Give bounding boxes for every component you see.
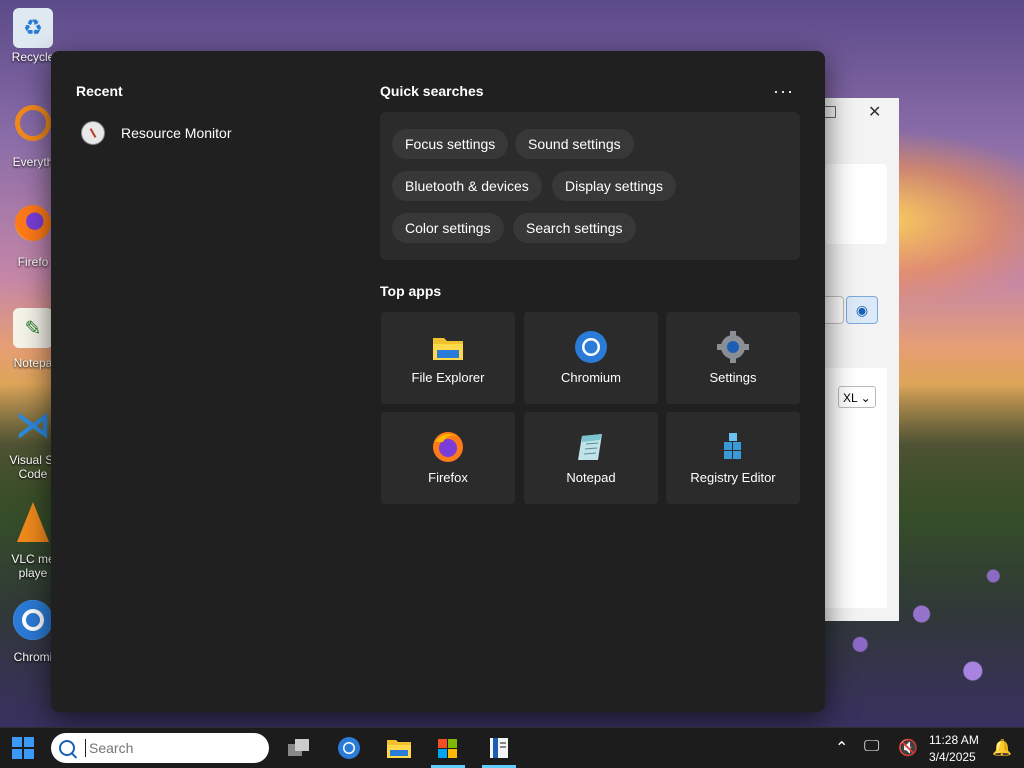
- background-panel: [825, 164, 887, 244]
- everything-icon: [15, 105, 51, 141]
- task-view-button[interactable]: [280, 732, 318, 764]
- taskbar: ⌃ 🖵 🔇 11:28 AM 3/4/2025 🔔: [0, 727, 1024, 768]
- windows-logo-pane: [12, 737, 22, 747]
- quick-search-sound-settings[interactable]: Sound settings: [515, 129, 634, 159]
- app-tile-label: File Explorer: [411, 370, 485, 385]
- app-tile-label: Chromium: [561, 370, 621, 385]
- document-app-icon: [490, 738, 508, 758]
- eye-button[interactable]: ◉: [846, 296, 878, 324]
- vlc-icon: [17, 502, 49, 542]
- resource-monitor-icon: [81, 121, 105, 145]
- volume-muted-icon[interactable]: 🔇: [898, 738, 918, 758]
- maximize-icon[interactable]: [824, 106, 836, 118]
- quick-search-display-settings[interactable]: Display settings: [552, 171, 677, 201]
- windows-flag-icon: [438, 739, 457, 758]
- taskbar-search-box[interactable]: [51, 733, 269, 763]
- quick-search-search-settings[interactable]: Search settings: [513, 213, 636, 243]
- firefox-icon: [431, 430, 465, 464]
- app-tile-firefox[interactable]: Firefox: [381, 412, 515, 504]
- app-tile-label: Settings: [709, 370, 757, 385]
- app-tile-label: Firefox: [428, 470, 468, 485]
- show-hidden-icons-chevron-icon[interactable]: ⌃: [835, 738, 848, 758]
- folder-icon: [387, 740, 411, 758]
- app-tile-label: Registry Editor: [690, 470, 776, 485]
- notification-bell-icon[interactable]: 🔔: [992, 738, 1012, 758]
- search-menu: Recent Resource Monitor Quick searches ·…: [51, 51, 825, 712]
- size-select-value: XL: [843, 391, 858, 405]
- folder-icon: [431, 330, 465, 364]
- task-view-icon: [288, 739, 309, 756]
- quick-searches-title: Quick searches: [380, 83, 484, 99]
- network-icon[interactable]: 🖵: [864, 738, 879, 756]
- app-tile-notepad[interactable]: Notepad: [524, 412, 658, 504]
- taskbar-chromium[interactable]: [330, 732, 368, 764]
- notepadpp-icon: ✎: [13, 308, 53, 348]
- recent-item-label: Resource Monitor: [121, 125, 232, 141]
- registry-icon: [716, 430, 750, 464]
- size-select[interactable]: XL ⌄: [838, 386, 876, 408]
- chromium-icon: [574, 330, 608, 364]
- quick-search-bluetooth-devices[interactable]: Bluetooth & devices: [392, 171, 542, 201]
- app-tile-label: Notepad: [566, 470, 616, 485]
- windows-logo-pane: [24, 737, 34, 747]
- close-icon[interactable]: ✕: [868, 102, 881, 122]
- vscode-icon: ⋊: [15, 404, 51, 445]
- firefox-icon: [15, 205, 51, 241]
- windows-logo-pane: [12, 749, 22, 759]
- app-tile-settings[interactable]: Settings: [666, 312, 800, 404]
- chromium-icon: [338, 737, 360, 759]
- recent-item-resource-monitor[interactable]: Resource Monitor: [81, 119, 331, 147]
- top-apps-title: Top apps: [380, 283, 442, 299]
- taskbar-file-explorer[interactable]: [380, 732, 418, 764]
- clock-date[interactable]: 3/4/2025: [929, 750, 976, 764]
- recycle-bin-icon: ♻: [13, 8, 53, 48]
- recent-title: Recent: [76, 83, 123, 99]
- quick-searches-panel: Focus settings Sound settings Bluetooth …: [380, 112, 800, 260]
- app-tile-chromium[interactable]: Chromium: [524, 312, 658, 404]
- taskbar-windows-app[interactable]: [429, 732, 467, 768]
- start-button[interactable]: [12, 737, 34, 759]
- taskbar-open-app[interactable]: [480, 732, 518, 768]
- search-icon: [59, 740, 75, 756]
- windows-logo-pane: [24, 749, 34, 759]
- quick-search-color-settings[interactable]: Color settings: [392, 213, 504, 243]
- gear-icon: [716, 330, 750, 364]
- notepad-icon: [574, 430, 608, 464]
- app-tile-file-explorer[interactable]: File Explorer: [381, 312, 515, 404]
- more-options-button[interactable]: ···: [773, 81, 794, 102]
- quick-search-focus-settings[interactable]: Focus settings: [392, 129, 509, 159]
- chromium-icon: [13, 600, 53, 640]
- clock-time[interactable]: 11:28 AM: [929, 733, 979, 747]
- app-tile-registry-editor[interactable]: Registry Editor: [666, 412, 800, 504]
- taskbar-search-input[interactable]: [85, 739, 241, 757]
